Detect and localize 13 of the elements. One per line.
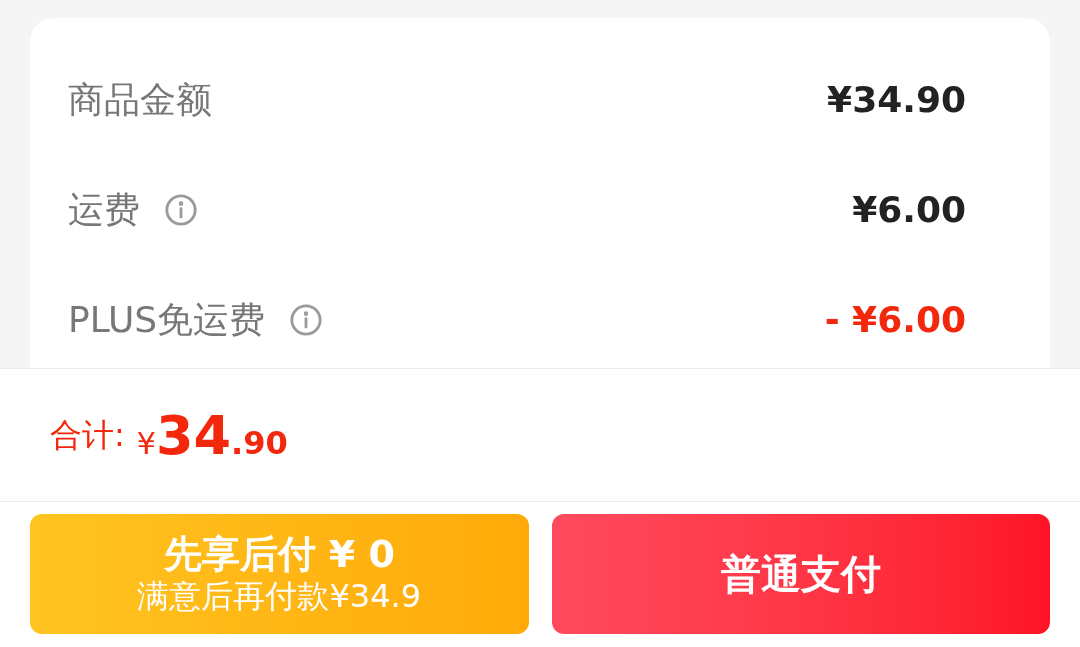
fee-label: 商品金额 xyxy=(68,78,212,122)
fee-value: ¥34.90 xyxy=(827,78,966,122)
pay-later-subtitle: 满意后再付款¥34.9 xyxy=(137,576,422,616)
fee-value: - ¥6.00 xyxy=(824,298,966,342)
fee-label: 运费 xyxy=(68,188,140,232)
total-label: 合计: xyxy=(50,415,125,456)
pay-later-title: 先享后付 ¥ 0 xyxy=(163,532,395,576)
info-icon[interactable] xyxy=(164,193,198,227)
info-icon[interactable] xyxy=(289,303,324,337)
fee-label: PLUS免运费 xyxy=(68,298,266,342)
total-amount: ¥34.90 xyxy=(136,402,288,469)
fee-value: ¥6.00 xyxy=(852,188,966,232)
pay-now-button[interactable]: 普通支付 xyxy=(551,514,1050,634)
